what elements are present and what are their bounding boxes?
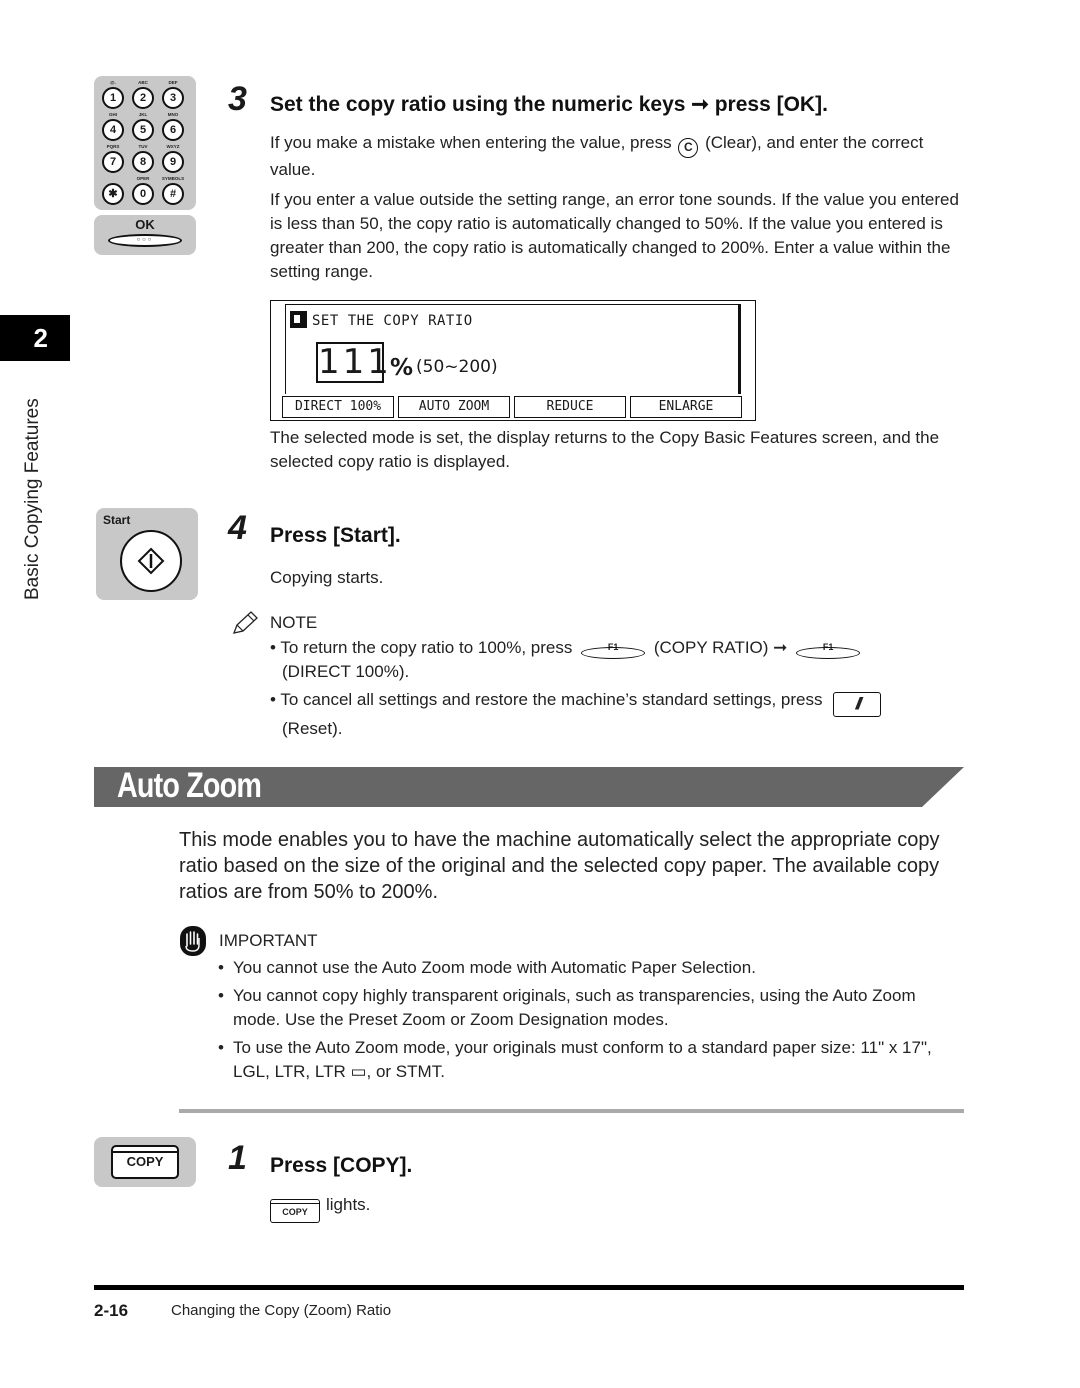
text: You cannot use the Auto Zoom mode with A… [233,958,756,977]
clear-key-icon: C [678,138,699,158]
page-number: 2-16 [94,1301,129,1320]
important-item: • To use the Auto Zoom mode, your origina… [218,1036,963,1084]
section-title: Auto Zoom [117,766,262,805]
text: (DIRECT 100%). [282,662,410,681]
step-number: 3 [228,80,247,118]
divider [179,1109,964,1113]
important-list: • You cannot use the Auto Zoom mode with … [218,956,963,1084]
important-hand-icon [180,926,206,956]
numeric-key: ✱ [102,183,124,205]
key-letters: MNO [167,112,179,117]
note-heading: NOTE [270,613,318,632]
bullet: • [270,690,281,709]
footer-rule [94,1285,964,1290]
start-key-illustration: Start [96,508,198,600]
numeric-key: 5 [132,119,154,141]
text: lights. [326,1195,371,1214]
f1-key-icon: F1 [796,637,861,659]
important-heading: IMPORTANT [219,931,318,950]
key-letters: WXYZ [166,144,180,149]
copy-key-icon: COPY [111,1145,179,1179]
reduce-button[interactable]: REDUCE [514,396,626,418]
text: If you make a mistake when entering the … [270,133,672,152]
step-title: Press [COPY]. [270,1154,413,1177]
text: To cancel all settings and restore the m… [280,690,823,709]
step-result-text: The selected mode is set, the display re… [270,428,940,471]
numeric-key: 4 [102,119,124,141]
key-letters: PQRS [106,144,120,149]
step-body: Copying starts. [270,568,384,587]
step-number: 4 [228,509,247,547]
key-letters: @. [110,80,116,85]
ok-label: OK [135,217,155,232]
step-body: COPY lights. [270,1193,370,1223]
numeric-key: 2 [132,87,154,109]
numeric-key: 1 [102,87,124,109]
chapter-tab: 2 [0,315,70,361]
important-item: • You cannot use the Auto Zoom mode with … [218,956,963,980]
key-letters: OPER [136,176,150,181]
ok-key-illustration: OK ○○○ [94,215,196,255]
numeric-key: 8 [132,151,154,173]
key-letters: ABC [138,80,148,85]
lcd-screen: SET THE COPY RATIO 111 % (50~200) DIRECT… [270,300,756,421]
enlarge-button[interactable]: ENLARGE [630,396,742,418]
ratio-range: (50~200) [416,357,498,377]
step-paragraph: If you enter a value outside the setting… [270,190,959,281]
step-number: 1 [228,1139,247,1177]
numeric-keypad-illustration: @. 1 ABC 2 DEF 3 GHI 4 JKL 5 MNO 6 PQRS 7 TUV 8 WXYZ 9 ✱ OP… [94,76,196,210]
note-item: • To return the copy ratio to 100%, pres… [270,636,950,684]
text: To use the Auto Zoom mode, your original… [233,1038,932,1081]
lcd-title: SET THE COPY RATIO [312,313,473,329]
numeric-key: # [162,183,184,205]
important-item: • You cannot copy highly transparent orig… [218,984,963,1032]
footer-title: Changing the Copy (Zoom) Ratio [171,1302,392,1319]
ok-button-icon: ○○○ [108,234,182,247]
percent-sign: % [390,355,414,381]
key-letters: GHI [108,112,117,117]
lcd-softkeys: DIRECT 100% AUTO ZOOM REDUCE ENLARGE [282,396,742,418]
numeric-key: 0 [132,183,154,205]
numeric-key: 3 [162,87,184,109]
step-title: Set the copy ratio using the numeric key… [270,93,828,116]
start-button-icon [120,530,182,592]
key-letters: DEF [168,80,178,85]
step-paragraph: If you make a mistake when entering the … [270,131,960,182]
f1-key-icon: F1 [581,637,646,659]
numeric-key: 6 [162,119,184,141]
key-letters: JKL [138,112,148,117]
key-letters: TUV [138,144,148,149]
chapter-title: Basic Copying Features [22,398,43,600]
pencil-icon [231,610,261,641]
step-title: Press [Start]. [270,524,401,547]
text: (COPY RATIO) ➞ [653,638,788,657]
copy-key-icon: COPY [270,1199,320,1223]
numeric-key: 7 [102,151,124,173]
key-letters: SYMBOLS [161,176,185,181]
text: You cannot copy highly transparent origi… [233,986,916,1029]
section-intro: This mode enables you to have the machin… [179,829,940,903]
reset-key-icon: // [833,692,882,717]
copy-ratio-input[interactable]: 111 [316,342,389,383]
auto-zoom-button[interactable]: AUTO ZOOM [398,396,510,418]
start-label: Start [103,513,131,527]
text: (Reset). [282,719,343,738]
text: To return the copy ratio to 100%, press [280,638,573,657]
direct-100-button[interactable]: DIRECT 100% [282,396,394,418]
numeric-key: 9 [162,151,184,173]
note-item: • To cancel all settings and restore the… [270,688,960,741]
copy-key-illustration: COPY [94,1137,196,1187]
copy-mode-icon [290,311,307,328]
bullet: • [270,638,281,657]
lcd-display-area: SET THE COPY RATIO 111 % (50~200) [285,304,741,394]
